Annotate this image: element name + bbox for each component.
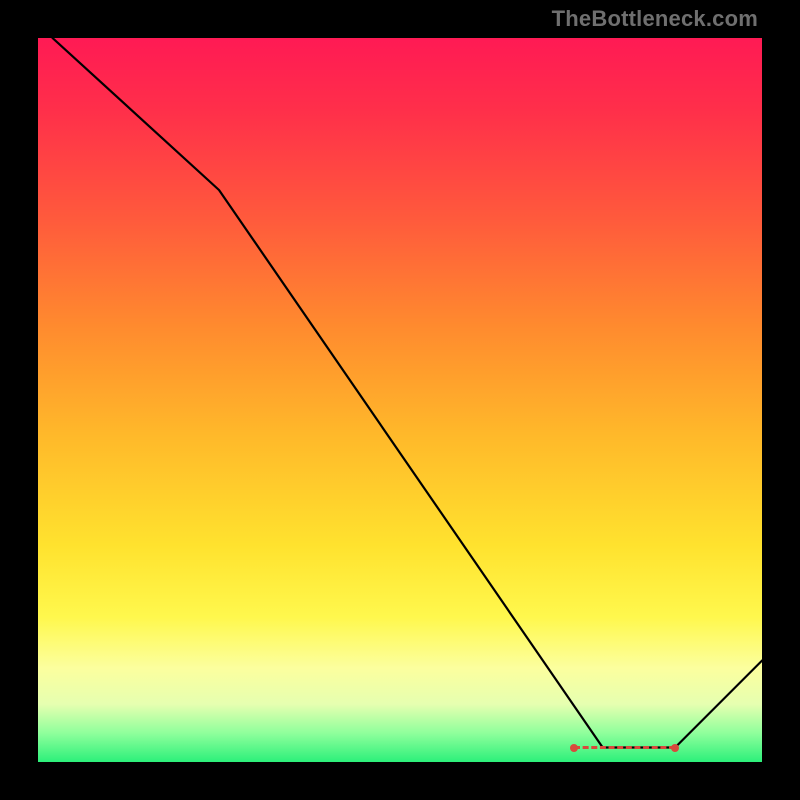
valley-dot-left <box>570 744 578 752</box>
bottleneck-curve <box>53 38 763 748</box>
line-series <box>38 38 762 762</box>
watermark-text: TheBottleneck.com <box>552 6 758 32</box>
valley-dot-right <box>671 744 679 752</box>
plot-area <box>38 38 762 762</box>
valley-dash <box>574 746 675 749</box>
chart-container: TheBottleneck.com <box>0 0 800 800</box>
